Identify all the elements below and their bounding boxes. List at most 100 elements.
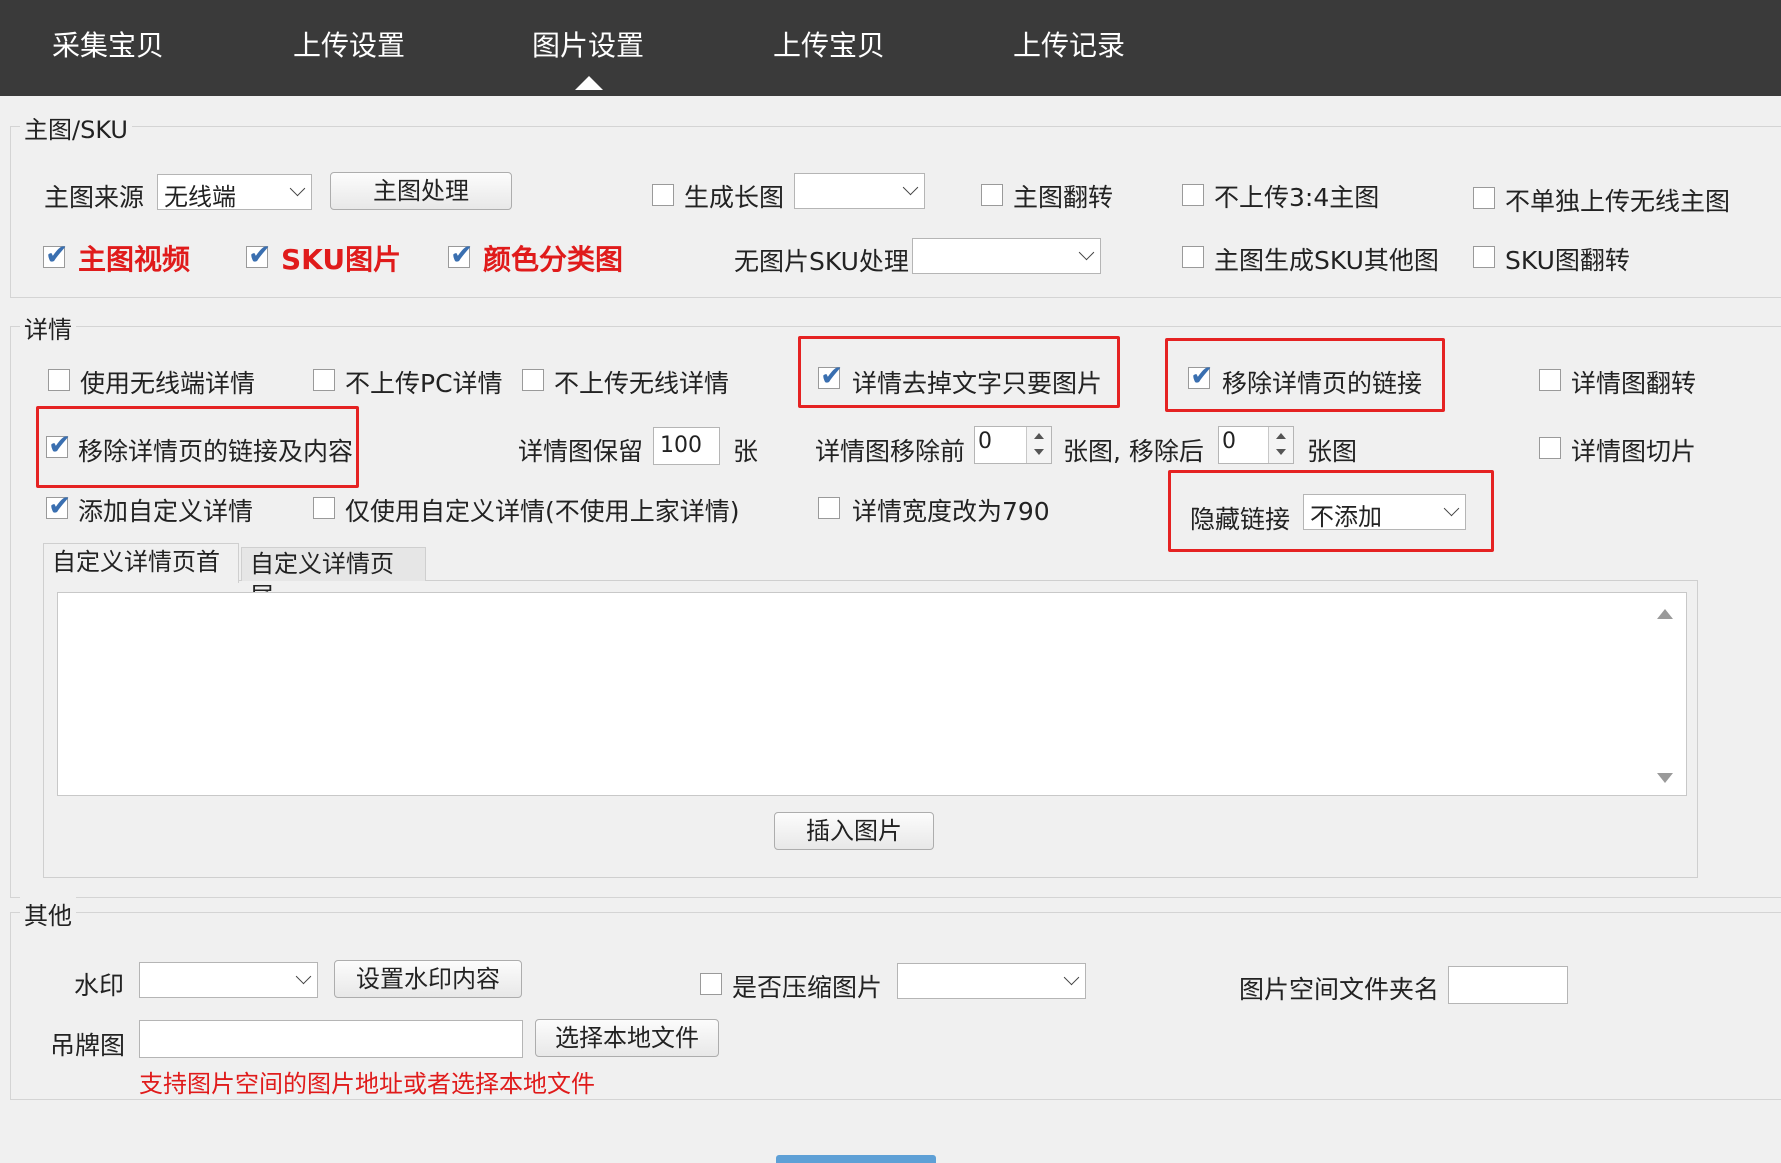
space-folder-input[interactable] (1448, 966, 1568, 1004)
active-tab-caret-icon (575, 76, 603, 90)
tab-custom-header[interactable]: 自定义详情页首 (43, 543, 239, 583)
no-upload-wireless-label: 不上传无线详情 (554, 369, 730, 398)
space-folder-label: 图片空间文件夹名 (1239, 975, 1440, 1004)
hang-tag-hint: 支持图片空间的图片地址或者选择本地文件 (139, 1070, 595, 1098)
no-upload-wireless-checkbox[interactable] (522, 369, 544, 391)
chevron-down-icon (1063, 969, 1080, 986)
remove-after-unit: 张图 (1307, 437, 1358, 466)
sku-flip-label: SKU图翻转 (1505, 246, 1630, 275)
no-upload-34-checkbox[interactable] (1182, 184, 1204, 206)
gen-long-image-select[interactable] (794, 173, 925, 209)
sku-image-checkbox[interactable] (246, 238, 271, 271)
main-source-label: 主图来源 (44, 183, 145, 212)
remove-links-checkbox[interactable] (1188, 359, 1213, 392)
gen-long-image-checkbox[interactable] (652, 184, 674, 206)
detail-cut-label: 详情图切片 (1571, 437, 1697, 466)
chevron-down-icon (295, 968, 312, 985)
main-gen-sku-other-label: 主图生成SKU其他图 (1214, 246, 1439, 275)
keep-images-input[interactable]: 100 (653, 427, 720, 465)
compress-select[interactable] (897, 963, 1086, 999)
width-790-label: 详情宽度改为790 (852, 497, 1050, 526)
main-flip-label: 主图翻转 (1013, 183, 1114, 212)
tab-upload-settings[interactable]: 上传设置 (293, 24, 405, 64)
compress-label: 是否压缩图片 (732, 973, 883, 1002)
top-nav: 采集宝贝 上传设置 图片设置 上传宝贝 上传记录 (0, 0, 1781, 96)
chevron-down-icon (1443, 500, 1460, 517)
only-custom-label: 仅使用自定义详情(不使用上家详情) (345, 497, 740, 526)
tab-collect[interactable]: 采集宝贝 (52, 24, 164, 64)
hide-links-label: 隐藏链接 (1190, 505, 1291, 534)
sku-image-label: SKU图片 (281, 243, 402, 276)
main-flip-checkbox[interactable] (981, 184, 1003, 206)
tab-upload-items[interactable]: 上传宝贝 (773, 24, 885, 64)
remove-after-value: 0 (1222, 429, 1236, 454)
remove-links-content-label: 移除详情页的链接及内容 (78, 437, 354, 466)
remove-after-stepper[interactable]: 0 (1218, 426, 1294, 464)
hide-links-select[interactable]: 不添加 (1303, 494, 1466, 531)
no-separate-wireless-label: 不单独上传无线主图 (1505, 187, 1731, 216)
watermark-select[interactable] (139, 962, 318, 998)
detail-legend: 详情 (20, 310, 76, 345)
gen-long-image-label: 生成长图 (684, 183, 785, 212)
remove-after-label: 张图, 移除后 (1063, 437, 1204, 466)
chevron-down-icon (1078, 244, 1095, 261)
stepper-up-icon[interactable] (1034, 433, 1044, 439)
only-custom-checkbox[interactable] (313, 497, 335, 519)
stepper-down-icon[interactable] (1034, 449, 1044, 455)
stepper-down-icon[interactable] (1276, 449, 1286, 455)
use-wireless-detail-label: 使用无线端详情 (80, 369, 256, 398)
main-video-label: 主图视频 (78, 243, 191, 276)
use-wireless-detail-checkbox[interactable] (48, 369, 70, 391)
no-upload-pc-label: 不上传PC详情 (345, 369, 503, 398)
chevron-down-icon (902, 179, 919, 196)
width-790-checkbox[interactable] (818, 497, 840, 519)
remove-text-checkbox[interactable] (818, 359, 843, 392)
main-gen-sku-other-checkbox[interactable] (1182, 246, 1204, 268)
custom-detail-editor[interactable] (57, 592, 1687, 796)
remove-links-label: 移除详情页的链接 (1222, 369, 1423, 398)
keep-images-label: 详情图保留 (518, 437, 644, 466)
main-process-button[interactable]: 主图处理 (330, 172, 512, 210)
watermark-label: 水印 (74, 971, 125, 1000)
tab-image-settings[interactable]: 图片设置 (532, 24, 644, 64)
set-watermark-button[interactable]: 设置水印内容 (334, 960, 522, 998)
remove-before-stepper[interactable]: 0 (974, 426, 1052, 464)
save-button[interactable] (776, 1155, 936, 1163)
main-video-checkbox[interactable] (43, 238, 68, 271)
stepper-arrows[interactable] (1268, 427, 1293, 463)
color-category-checkbox[interactable] (448, 238, 473, 271)
sku-flip-checkbox[interactable] (1473, 246, 1495, 268)
no-image-sku-label: 无图片SKU处理 (734, 247, 909, 276)
no-image-sku-select[interactable] (912, 238, 1101, 274)
hang-tag-input[interactable] (139, 1020, 523, 1058)
detail-flip-checkbox[interactable] (1539, 369, 1561, 391)
add-custom-checkbox[interactable] (46, 489, 71, 522)
stepper-arrows[interactable] (1026, 427, 1051, 463)
remove-text-label: 详情去掉文字只要图片 (852, 369, 1103, 398)
scroll-up-icon[interactable] (1657, 609, 1673, 619)
hang-tag-label: 吊牌图 (50, 1031, 126, 1060)
main-sku-legend: 主图/SKU (20, 110, 132, 145)
compress-checkbox[interactable] (700, 973, 722, 995)
detail-flip-label: 详情图翻转 (1571, 369, 1697, 398)
hide-links-value: 不添加 (1310, 503, 1382, 531)
main-source-select[interactable]: 无线端 (157, 174, 312, 211)
add-custom-label: 添加自定义详情 (78, 497, 254, 526)
remove-before-value: 0 (978, 429, 992, 454)
tab-upload-records[interactable]: 上传记录 (1013, 24, 1125, 64)
no-upload-pc-checkbox[interactable] (313, 369, 335, 391)
main-source-value: 无线端 (164, 183, 236, 211)
insert-image-button[interactable]: 插入图片 (774, 812, 934, 850)
remove-links-content-checkbox[interactable] (46, 428, 71, 461)
no-separate-wireless-checkbox[interactable] (1473, 187, 1495, 209)
choose-local-button[interactable]: 选择本地文件 (535, 1019, 719, 1057)
color-category-label: 颜色分类图 (483, 243, 624, 276)
other-legend: 其他 (20, 896, 76, 931)
detail-cut-checkbox[interactable] (1539, 437, 1561, 459)
chevron-down-icon (289, 180, 306, 197)
keep-images-unit: 张 (733, 437, 759, 466)
tab-custom-footer[interactable]: 自定义详情页尾 (241, 547, 426, 610)
scroll-down-icon[interactable] (1657, 773, 1673, 783)
remove-before-label: 详情图移除前 (815, 437, 966, 466)
stepper-up-icon[interactable] (1276, 433, 1286, 439)
